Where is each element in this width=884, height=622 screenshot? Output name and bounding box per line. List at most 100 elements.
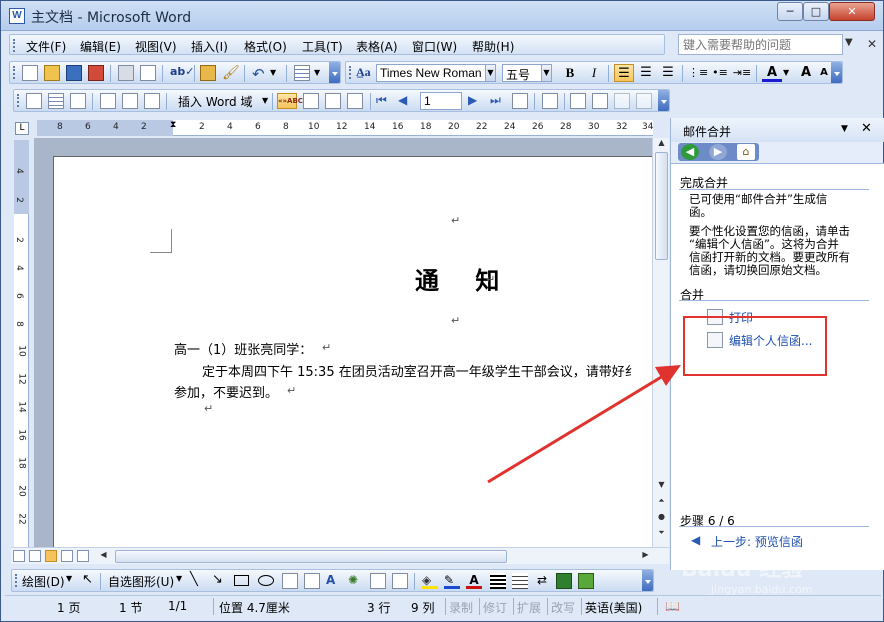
- next-page-icon[interactable]: ⏷: [655, 528, 668, 542]
- styles-icon[interactable]: A̲a: [356, 65, 372, 81]
- toolbar-grip[interactable]: [13, 39, 16, 52]
- vertical-ruler[interactable]: 4 2 2 4 6 8 10 12 14 16 18 20 22: [14, 140, 29, 547]
- task-pane-close-icon[interactable]: ✕: [861, 121, 872, 136]
- previous-page-icon[interactable]: ⏶: [655, 496, 668, 510]
- help-search-input[interactable]: [678, 34, 843, 55]
- bullets-icon[interactable]: •≡: [710, 64, 730, 82]
- spelling-status-icon[interactable]: 📖: [665, 599, 680, 613]
- draw-menu-button[interactable]: 绘图(D): [22, 573, 65, 590]
- open-folder-icon[interactable]: [44, 65, 60, 81]
- previous-step-link[interactable]: 上一步: 预览信函: [711, 533, 803, 550]
- insert-word-field-dropdown-icon[interactable]: ▼: [262, 93, 278, 109]
- document-page[interactable]: ↵ 通 知 ↵ ↵ 高一（1）班张亮同学： ↵ 定于本周四下午 15:35 在团…: [53, 156, 652, 547]
- rectangle-icon[interactable]: [234, 575, 249, 586]
- insert-table-icon[interactable]: [294, 65, 310, 81]
- horizontal-scrollbar[interactable]: ◀ ▶: [11, 547, 669, 564]
- numbering-icon[interactable]: ⋮≡: [688, 64, 708, 82]
- document-area[interactable]: ↵ 通 知 ↵ ↵ 高一（1）班张亮同学： ↵ 定于本周四下午 15:35 在团…: [34, 138, 652, 547]
- menu-format[interactable]: 格式(O): [244, 38, 287, 55]
- menu-help[interactable]: 帮助(H): [472, 38, 514, 55]
- body-line[interactable]: 定于本周四下午 15:35 在团员活动室召开高一年级学生干部会议，请带好纟: [202, 361, 638, 380]
- autoshapes-button[interactable]: 自选图形(U): [108, 573, 174, 590]
- merge-to-printer-icon[interactable]: [592, 93, 608, 109]
- greeting-line[interactable]: 高一（1）班张亮同学：: [174, 339, 312, 358]
- align-left-button[interactable]: ☰: [614, 64, 634, 82]
- previous-record-icon[interactable]: ◀: [398, 93, 414, 109]
- recipients-icon[interactable]: [70, 93, 86, 109]
- maximize-button[interactable]: □: [803, 2, 829, 21]
- bold-button[interactable]: B: [560, 64, 580, 82]
- line-color-icon[interactable]: ✎: [444, 573, 460, 589]
- vertical-scroll-thumb[interactable]: [655, 152, 668, 260]
- toolbar-options-icon[interactable]: [658, 90, 669, 111]
- select-objects-icon[interactable]: ↖: [82, 572, 93, 587]
- horizontal-scroll-thumb[interactable]: [115, 550, 507, 563]
- view-merged-data-icon[interactable]: «»ABC: [277, 93, 303, 109]
- arrow-style-icon[interactable]: ⇄: [534, 573, 550, 589]
- home-icon[interactable]: ⌂: [737, 144, 755, 160]
- scroll-right-icon[interactable]: ▶: [639, 550, 652, 564]
- body-line[interactable]: 参加，不要迟到。: [174, 382, 278, 401]
- font-size-dropdown-icon[interactable]: ▼: [541, 64, 552, 82]
- merge-to-email-icon[interactable]: [614, 93, 630, 109]
- status-language[interactable]: 英语(美国): [585, 599, 642, 616]
- new-document-icon[interactable]: [22, 65, 38, 81]
- menu-table[interactable]: 表格(A): [356, 38, 398, 55]
- outline-view-icon[interactable]: [61, 550, 73, 562]
- status-track-changes[interactable]: 修订: [483, 599, 507, 616]
- check-errors-icon[interactable]: [542, 93, 558, 109]
- menu-file[interactable]: 文件(F): [26, 38, 66, 55]
- picture-icon[interactable]: [392, 573, 408, 589]
- status-record[interactable]: 录制: [449, 599, 473, 616]
- undo-dropdown-icon[interactable]: ▼: [270, 65, 286, 81]
- toolbar-grip[interactable]: [349, 66, 352, 79]
- match-fields-icon[interactable]: [325, 93, 341, 109]
- toolbar-options-icon[interactable]: [642, 570, 653, 591]
- wordart-icon[interactable]: A: [326, 573, 342, 589]
- status-overtype[interactable]: 改写: [551, 599, 575, 616]
- insert-merge-fields-icon[interactable]: [144, 93, 160, 109]
- vertical-text-box-icon[interactable]: [304, 573, 320, 589]
- forward-icon[interactable]: ▶: [709, 144, 727, 160]
- print-preview-icon[interactable]: [140, 65, 156, 81]
- paste-icon[interactable]: [200, 65, 216, 81]
- undo-icon[interactable]: ↶: [252, 65, 268, 83]
- toolbar-grip[interactable]: [13, 66, 16, 79]
- print-icon[interactable]: [118, 65, 134, 81]
- draw-menu-dropdown-icon[interactable]: ▼: [66, 574, 72, 583]
- main-document-setup-icon[interactable]: [26, 93, 42, 109]
- format-painter-icon[interactable]: 🖌: [222, 65, 240, 81]
- scroll-down-icon[interactable]: ▼: [655, 480, 668, 494]
- back-icon[interactable]: ◀: [681, 144, 699, 160]
- fill-color-icon[interactable]: ◈: [422, 573, 438, 589]
- 3d-style-icon[interactable]: [578, 573, 594, 589]
- font-color-draw-icon[interactable]: A: [466, 573, 482, 589]
- shadow-style-icon[interactable]: [556, 573, 572, 589]
- menu-edit[interactable]: 编辑(E): [80, 38, 121, 55]
- line-icon[interactable]: ╲: [190, 572, 198, 587]
- permission-icon[interactable]: [88, 65, 104, 81]
- insert-address-block-icon[interactable]: [100, 93, 116, 109]
- autoshapes-dropdown-icon[interactable]: ▼: [176, 574, 182, 583]
- font-size-select[interactable]: 五号: [502, 64, 542, 82]
- scroll-left-icon[interactable]: ◀: [97, 550, 110, 564]
- horizontal-ruler[interactable]: 8 6 4 2 ⧗ 2 4 6 8 10 12 14 16 18 20 22 2…: [37, 120, 653, 136]
- menu-insert[interactable]: 插入(I): [191, 38, 228, 55]
- dash-style-icon[interactable]: [512, 573, 528, 589]
- font-color-icon[interactable]: A: [762, 64, 782, 82]
- menu-view[interactable]: 视图(V): [135, 38, 177, 55]
- text-box-icon[interactable]: [282, 573, 298, 589]
- help-dropdown-arrow-icon[interactable]: ▼: [845, 37, 853, 48]
- word-app-icon[interactable]: W: [9, 8, 25, 24]
- spelling-icon[interactable]: ab✓: [170, 65, 195, 81]
- align-right-button[interactable]: ☰: [658, 64, 678, 82]
- oval-icon[interactable]: [258, 575, 274, 586]
- tab-selector[interactable]: L: [15, 122, 29, 135]
- grow-font-icon[interactable]: A: [796, 64, 816, 82]
- vertical-scrollbar[interactable]: ▲ ▼ ⏶ ● ⏷: [652, 138, 669, 547]
- toolbar-grip[interactable]: [17, 94, 20, 107]
- insert-word-field-button[interactable]: 插入 Word 域: [178, 93, 252, 110]
- line-style-icon[interactable]: [490, 573, 506, 589]
- status-extend[interactable]: 扩展: [517, 599, 541, 616]
- menu-window[interactable]: 窗口(W): [412, 38, 457, 55]
